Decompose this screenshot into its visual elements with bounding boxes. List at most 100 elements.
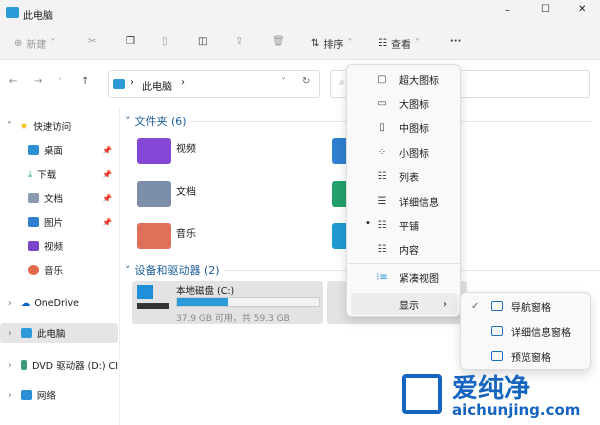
nav-item-desktop[interactable]: 桌面 📌 <box>0 140 118 160</box>
folder-icon[interactable] <box>332 181 346 207</box>
watermark: 爱纯净 aichunjing.com <box>398 368 598 423</box>
drive-name: 本地磁盘 (C:) <box>176 286 235 297</box>
nav-label: 网络 <box>36 391 56 402</box>
menu-label: 平铺 <box>399 221 419 233</box>
back-button[interactable]: ← <box>9 76 17 87</box>
chevron-right-icon: › <box>8 389 12 401</box>
menu-label: 中图标 <box>399 124 429 136</box>
nav-dvd[interactable]: › DVD 驱动器 (D:) CI <box>0 355 118 375</box>
view-button[interactable]: ☷ 查看 ˅ <box>378 36 420 51</box>
share-icon: ⇪ <box>235 36 244 47</box>
menu-item-view-6[interactable]: • ☷ 平铺 <box>351 214 457 236</box>
desktop-folder-icon[interactable] <box>332 223 346 249</box>
menu-item-show[interactable]: 显示 › <box>351 293 457 315</box>
download-icon: ⤓ <box>28 168 33 180</box>
watermark-logo-icon <box>402 374 442 414</box>
nav-label: 快速访问 <box>33 122 72 133</box>
chevron-right-icon: › <box>8 297 12 309</box>
title-bar: 此电脑 – ☐ ✕ <box>0 0 600 28</box>
share-button[interactable]: ⇪ <box>235 36 243 47</box>
view-mode-icon: ☷ <box>377 244 387 256</box>
paste-button[interactable]: ▯ <box>162 36 168 47</box>
view-mode-icon: ⁘ <box>377 146 387 158</box>
view-mode-icon: ▢ <box>377 73 387 85</box>
folder-label[interactable]: 视频 <box>176 140 196 155</box>
videos-folder-icon[interactable] <box>137 138 171 164</box>
drive-icon <box>137 303 169 309</box>
delete-button[interactable]: 🗑 <box>272 36 285 47</box>
nav-item-music[interactable]: 音乐 <box>0 260 118 280</box>
pictures-folder-icon[interactable] <box>332 138 346 164</box>
menu-item-view-5[interactable]: ☰ 详细信息 <box>351 190 457 212</box>
documents-folder-icon[interactable] <box>137 181 171 207</box>
submenu-item-0[interactable]: ✓ 导航窗格 <box>461 295 591 317</box>
chevron-down-icon: ˅ <box>125 263 131 277</box>
section-label: 设备和驱动器 (2) <box>134 264 220 277</box>
nav-onedrive[interactable]: › ☁ OneDrive <box>0 293 118 313</box>
breadcrumb-separator[interactable]: › <box>181 77 185 88</box>
refresh-icon[interactable]: ↻ <box>302 76 310 87</box>
maximize-button[interactable]: ☐ <box>541 4 550 15</box>
recent-chevron-icon[interactable]: ˅ <box>58 77 62 86</box>
minimize-button[interactable]: – <box>505 5 510 16</box>
view-label: 查看 <box>390 40 411 51</box>
menu-item-view-0[interactable]: ▢ 超大图标 <box>351 68 457 90</box>
menu-item-view-2[interactable]: ▯ 中图标 <box>351 117 457 139</box>
history-dropdown-icon[interactable]: ˅ <box>281 77 286 88</box>
pin-icon: 📌 <box>102 217 112 227</box>
drive-free-space: 37.9 GB 可用，共 59.3 GB <box>176 314 290 324</box>
nav-label: 图片 <box>44 218 64 229</box>
cloud-icon: ☁ <box>20 297 31 309</box>
menu-item-compact-view[interactable]: ⁝≡ 紧凑视图 <box>351 266 457 288</box>
cut-button[interactable]: ✂ <box>88 36 96 47</box>
menu-item-view-7[interactable]: ☷ 内容 <box>351 239 457 261</box>
nav-item-videos[interactable]: 视频 <box>0 236 118 256</box>
forward-button[interactable]: → <box>34 76 42 87</box>
menu-item-view-1[interactable]: ▭ 大图标 <box>351 92 457 114</box>
copy-button[interactable]: ❐ <box>126 36 135 47</box>
network-icon <box>20 390 32 400</box>
submenu-item-2[interactable]: 预览窗格 <box>461 345 591 367</box>
rename-button[interactable]: ◫ <box>198 36 207 47</box>
new-button[interactable]: ⊕ 新建 ˅ <box>14 36 55 51</box>
sort-button[interactable]: ⇅ 排序 ˅ <box>311 36 352 51</box>
more-button[interactable]: ··· <box>450 36 461 47</box>
folder-label[interactable]: 音乐 <box>176 225 196 240</box>
window-title: 此电脑 <box>23 11 53 22</box>
nav-this-pc[interactable]: › 此电脑 <box>0 323 118 343</box>
menu-label: 列表 <box>399 173 419 185</box>
breadcrumb-separator: › <box>130 77 134 88</box>
nav-item-pictures[interactable]: 图片 📌 <box>0 212 118 232</box>
nav-network[interactable]: › 网络 <box>0 385 118 405</box>
pictures-icon <box>28 217 39 227</box>
breadcrumb-this-pc[interactable]: 此电脑 <box>142 78 172 93</box>
submenu-item-1[interactable]: 详细信息窗格 <box>461 320 591 342</box>
compact-view-icon: ⁝≡ <box>376 271 388 283</box>
copy-icon: ❐ <box>126 36 135 47</box>
close-button[interactable]: ✕ <box>578 4 586 15</box>
chevron-right-icon: › <box>8 359 12 371</box>
folder-label[interactable]: 文档 <box>176 183 196 198</box>
address-bar[interactable]: › 此电脑 › ˅ ↻ <box>108 70 320 98</box>
star-icon: ★ <box>19 120 29 132</box>
nav-quick-access[interactable]: ˅ ★ 快速访问 <box>0 116 118 136</box>
drive-usage-fill <box>177 298 229 306</box>
menu-separator <box>347 263 460 264</box>
chevron-down-icon: ˅ <box>7 120 12 132</box>
nav-label: DVD 驱动器 (D:) CI <box>32 361 118 372</box>
nav-item-documents[interactable]: 文档 📌 <box>0 188 118 208</box>
up-button[interactable]: ↑ <box>81 76 89 87</box>
menu-item-view-4[interactable]: ☷ 列表 <box>351 166 457 188</box>
paste-icon: ▯ <box>162 36 168 47</box>
nav-item-downloads[interactable]: ⤓ 下载 📌 <box>0 164 118 184</box>
drive-c-tile[interactable]: 本地磁盘 (C:) 37.9 GB 可用，共 59.3 GB <box>132 281 323 324</box>
view-mode-icon: ☰ <box>377 195 387 207</box>
menu-item-view-3[interactable]: ⁘ 小图标 <box>351 141 457 163</box>
pin-icon: 📌 <box>102 169 112 179</box>
music-folder-icon[interactable] <box>137 223 171 249</box>
pane-icon <box>491 351 503 361</box>
selected-dot-icon: • <box>365 218 371 230</box>
view-icon: ☷ <box>378 38 387 49</box>
chevron-down-icon: ˅ <box>347 38 353 49</box>
menu-label: 显示 <box>399 300 419 312</box>
